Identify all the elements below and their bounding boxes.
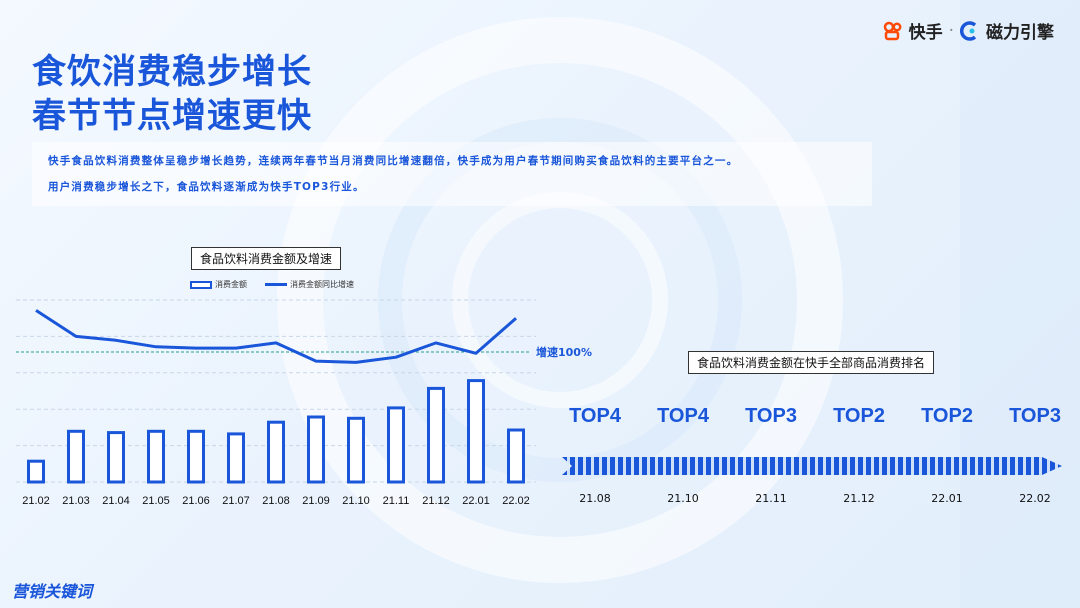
brand-logos: 快手 · 磁力引擎: [883, 18, 1054, 43]
bar-chart-legend: 消费金额 消费金额同比增速: [190, 279, 354, 290]
bar: [387, 406, 405, 484]
x-tick-label: 21.09: [302, 495, 330, 507]
rank-date: 22.02: [1019, 492, 1051, 505]
page-title-line1: 食饮消费稳步增长: [32, 52, 312, 92]
rank-date: 22.01: [931, 492, 963, 505]
reference-line-label: 增速100%: [536, 345, 592, 359]
x-tick-label: 21.02: [22, 495, 50, 507]
bar: [307, 415, 325, 484]
rank-date: 21.12: [843, 492, 875, 505]
description-box: 快手食品饮料消费整体呈稳步增长趋势，连续两年春节当月消费同比增速翻倍，快手成为用…: [32, 142, 872, 206]
bar: [187, 429, 205, 484]
x-tick-label: 21.11: [383, 495, 410, 507]
rank-label: TOP4: [657, 405, 709, 427]
footer-logo: 营销关键词: [12, 582, 93, 601]
bar: [27, 459, 45, 484]
x-tick-label: 21.06: [182, 495, 210, 507]
rank-chart-title: 食品饮料消费金额在快手全部商品消费排名: [688, 351, 935, 374]
bar: [267, 420, 285, 484]
bar: [107, 431, 125, 484]
kuaishou-logo-icon: [883, 21, 903, 41]
bar: [467, 379, 485, 484]
description-line2: 用户消费稳步增长之下，食品饮料逐渐成为快手TOP3行业。: [48, 181, 365, 193]
brand-separator: ·: [948, 20, 954, 41]
bar: [67, 429, 85, 484]
x-tick-label: 21.08: [262, 495, 290, 507]
rank-label: TOP2: [833, 405, 885, 427]
bar-line-chart: 增速100% 21.02 21.03 21.04 21.05 21.06 21.07 21.0…: [16, 299, 592, 507]
bar: [347, 416, 365, 484]
timeline-arrow-strip: [562, 457, 1062, 475]
rank-label: TOP4: [569, 405, 621, 427]
rank-label: TOP3: [745, 405, 797, 427]
rank-labels: TOP4 TOP4 TOP3 TOP2 TOP2 TOP3: [560, 405, 1070, 428]
legend-line-swatch: [265, 283, 287, 286]
bar-chart-title: 食品饮料消费金额及增速: [191, 247, 342, 270]
x-tick-label: 21.07: [222, 495, 250, 507]
cili-brand-text: 磁力引擎: [986, 23, 1054, 43]
description-line1: 快手食品饮料消费整体呈稳步增长趋势，连续两年春节当月消费同比增速翻倍，快手成为用…: [48, 155, 739, 167]
legend-label-growth: 消费金额同比增速: [290, 280, 354, 289]
page-title: 食饮消费稳步增长 春节节点增速更快: [32, 50, 312, 138]
x-tick-label: 22.01: [462, 495, 490, 507]
rank-date: 21.11: [755, 492, 787, 505]
x-tick-label: 22.02: [502, 495, 530, 507]
rank-date: 21.08: [579, 492, 611, 505]
page-title-line2: 春节节点增速更快: [32, 96, 312, 136]
rank-label: TOP2: [921, 405, 973, 427]
kuaishou-brand-text: 快手: [908, 23, 943, 43]
bar: [427, 386, 445, 484]
x-tick-label: 21.05: [142, 495, 170, 507]
rank-dates: 21.08 21.10 21.11 21.12 22.01 22.02: [560, 492, 1070, 505]
bar: [227, 432, 245, 484]
bar: [507, 428, 525, 484]
rank-label: TOP3: [1009, 405, 1061, 427]
legend-bar-swatch: [190, 280, 212, 289]
x-tick-label: 21.12: [422, 495, 450, 507]
bar: [147, 429, 165, 484]
cili-logo-icon: [960, 20, 980, 41]
x-tick-label: 21.10: [342, 495, 370, 507]
x-tick-label: 21.04: [102, 495, 130, 507]
rank-date: 21.10: [667, 492, 699, 505]
legend-label-amount: 消费金额: [215, 280, 247, 289]
legend-item-amount: 消费金额: [190, 279, 247, 290]
x-tick-label: 21.03: [62, 495, 90, 507]
legend-item-growth: 消费金额同比增速: [265, 279, 354, 290]
